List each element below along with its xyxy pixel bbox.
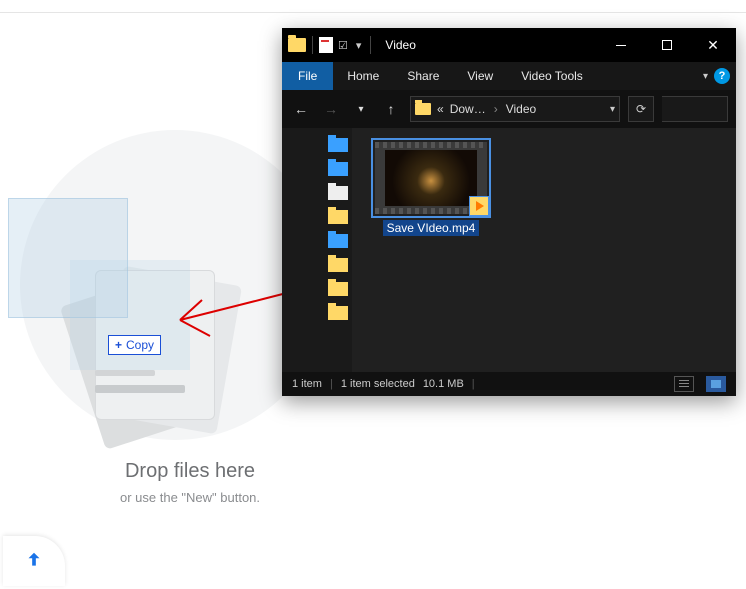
thumbnails-view-button[interactable]	[706, 376, 726, 392]
sidebar-item[interactable]	[328, 138, 348, 152]
nav-up-button[interactable]: ↑	[380, 98, 402, 120]
sidebar-item[interactable]	[328, 306, 348, 320]
ribbon-tab-home[interactable]: Home	[333, 62, 393, 90]
maximize-button[interactable]	[644, 28, 690, 62]
sidebar-item[interactable]	[328, 186, 348, 200]
drop-subtitle: or use the "New" button.	[0, 490, 380, 505]
crumb-2[interactable]: Video	[506, 102, 536, 116]
ribbon: File Home Share View Video Tools ▾ ?	[282, 62, 736, 90]
status-bar: 1 item | 1 item selected 10.1 MB |	[282, 372, 736, 396]
copy-label: Copy	[126, 338, 154, 352]
nav-back-button[interactable]: ←	[290, 98, 312, 120]
drop-title: Drop files here	[0, 460, 380, 483]
drag-copy-badge: + Copy	[108, 335, 161, 355]
file-item[interactable]: Save VIdeo.mp4	[366, 142, 496, 236]
window-title: Video	[385, 38, 415, 52]
sidebar-item[interactable]	[328, 210, 348, 224]
upload-button[interactable]	[3, 536, 65, 586]
close-button[interactable]: ✕	[690, 28, 736, 62]
page-divider	[0, 12, 746, 13]
explorer-window: ☑ ▾ Video ✕ File Home Share View Video T…	[282, 28, 736, 396]
address-dropdown-icon[interactable]: ▾	[610, 104, 615, 115]
sidebar-item[interactable]	[328, 282, 348, 296]
details-view-button[interactable]	[674, 376, 694, 392]
file-list[interactable]: Save VIdeo.mp4	[352, 128, 736, 372]
quick-access-toolbar: ☑ ▾	[282, 36, 375, 54]
ribbon-tab-share[interactable]: Share	[393, 62, 453, 90]
title-bar[interactable]: ☑ ▾ Video ✕	[282, 28, 736, 62]
minimize-button[interactable]	[598, 28, 644, 62]
qat-dropdown-icon[interactable]: ▾	[356, 39, 362, 52]
play-overlay-icon	[469, 196, 489, 216]
status-item-count: 1 item	[292, 378, 322, 390]
address-folder-icon	[415, 103, 431, 115]
crumb-1[interactable]: Dow…	[450, 102, 486, 116]
document-icon[interactable]	[319, 37, 333, 53]
folder-icon	[288, 38, 306, 52]
ribbon-tab-view[interactable]: View	[453, 62, 507, 90]
status-size: 10.1 MB	[423, 378, 464, 390]
nav-forward-button[interactable]: →	[320, 98, 342, 120]
sidebar-item[interactable]	[328, 162, 348, 176]
upload-arrow-icon	[23, 550, 45, 572]
file-name-label[interactable]: Save VIdeo.mp4	[383, 220, 480, 236]
plus-icon: +	[115, 338, 122, 352]
ribbon-tab-context[interactable]: Video Tools	[507, 62, 597, 90]
nav-pane[interactable]	[282, 128, 352, 372]
sidebar-item[interactable]	[328, 258, 348, 272]
nav-recent-dropdown[interactable]: ▾	[350, 98, 372, 120]
help-icon[interactable]: ?	[714, 68, 730, 84]
status-selected: 1 item selected	[341, 378, 415, 390]
chevron-right-icon[interactable]: ›	[494, 102, 498, 116]
ribbon-collapse-icon[interactable]: ▾	[703, 71, 708, 82]
nav-row: ← → ▾ ↑ « Dow… › Video ▾ ⟳	[282, 90, 736, 128]
refresh-button[interactable]: ⟳	[628, 96, 654, 122]
crumb-prefix: «	[437, 102, 444, 116]
video-thumbnail	[375, 142, 487, 214]
address-bar[interactable]: « Dow… › Video ▾	[410, 96, 620, 122]
search-box[interactable]	[662, 96, 728, 122]
sidebar-item[interactable]	[328, 234, 348, 248]
ribbon-tab-file[interactable]: File	[282, 62, 333, 90]
checkbox-icon[interactable]: ☑	[338, 39, 348, 52]
